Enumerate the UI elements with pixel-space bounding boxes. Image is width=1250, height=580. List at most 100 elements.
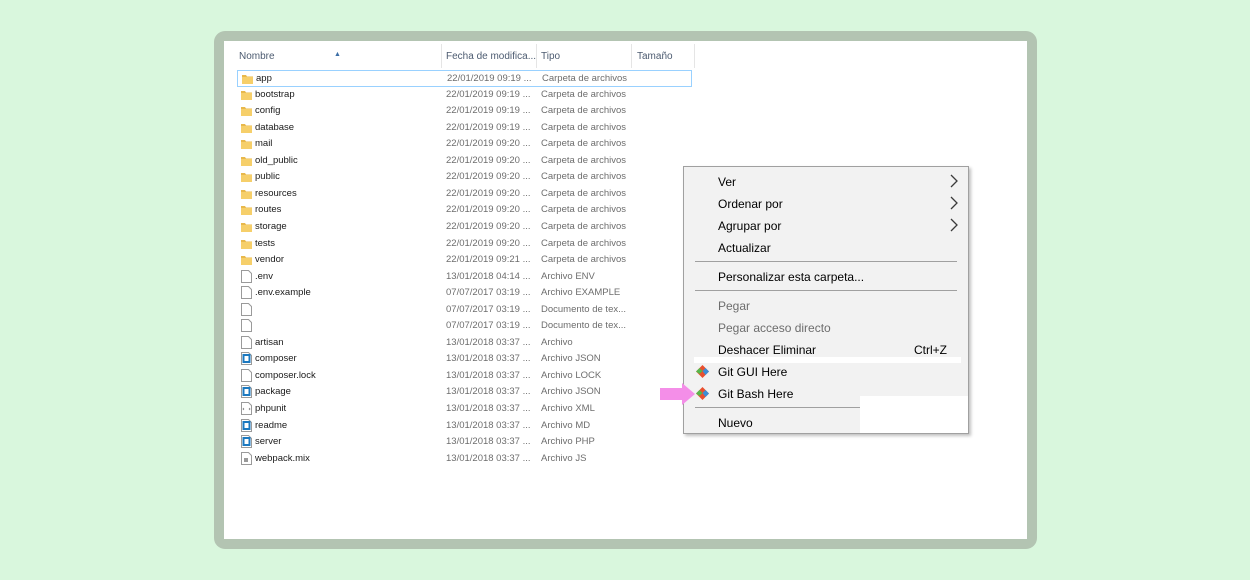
file-row[interactable]: config 22/01/2019 09:19 ... Carpeta de arc…: [224, 103, 924, 119]
column-header-name[interactable]: Nombre: [239, 51, 275, 62]
file-type: Carpeta de archivos: [541, 88, 627, 100]
xml-file-icon: [241, 402, 252, 415]
file-date: 22/01/2019 09:19 ...: [446, 121, 531, 133]
file-type: Archivo PHP: [541, 436, 595, 448]
file-row[interactable]: webpack.mix 13/01/2018 03:37 ... Archivo J…: [224, 451, 924, 467]
file-icon: [241, 368, 252, 382]
file-date: 22/01/2019 09:19 ...: [446, 105, 531, 117]
git-icon: [696, 387, 709, 400]
folder-icon: [241, 206, 252, 216]
chevron-right-icon: [950, 196, 958, 210]
file-row[interactable]: app 22/01/2019 09:19 ... Carpeta de archiv…: [237, 70, 692, 87]
code-file-icon: [241, 435, 252, 449]
file-icon: [241, 368, 252, 382]
file-name: app: [256, 73, 272, 84]
file-date: 22/01/2019 09:20 ...: [446, 220, 531, 232]
file-row[interactable]: server 13/01/2018 03:37 ... Archivo PHP: [224, 434, 924, 450]
file-date: 13/01/2018 03:37 ...: [446, 353, 531, 365]
folder-icon: [241, 187, 252, 200]
menu-item-ordenar-por[interactable]: Ordenar por: [684, 193, 968, 215]
file-icon: [241, 335, 252, 349]
menu-item-actualizar[interactable]: Actualizar: [684, 237, 968, 259]
file-name: phpunit: [255, 403, 287, 414]
folder-icon: [241, 123, 252, 133]
file-name: webpack.mix: [255, 452, 310, 464]
menu-separator: [695, 290, 957, 291]
file-row[interactable]: database 22/01/2019 09:19 ... Carpeta de a…: [224, 120, 924, 136]
file-name: config: [255, 105, 281, 117]
chevron-right-icon: [950, 218, 958, 232]
column-divider[interactable]: [631, 44, 632, 68]
file-name: storage: [255, 220, 287, 232]
file-icon: [241, 269, 252, 283]
file-date: 22/01/2019 09:20 ...: [446, 237, 531, 249]
file-type: Archivo EXAMPLE: [541, 287, 621, 299]
file-date: 22/01/2019 09:19 ...: [446, 88, 531, 100]
menu-item-agrupar-por[interactable]: Agrupar por: [684, 215, 968, 237]
git-icon: [695, 386, 710, 401]
file-type: Archivo JSON: [541, 353, 601, 365]
file-icon: [241, 286, 252, 300]
file-date: 07/07/2017 03:19 ...: [446, 303, 531, 315]
column-header-bar: Nombre ▲ Fecha de modifica... Tipo Tamañ…: [224, 41, 1027, 69]
menu-item-shortcut: Ctrl+Z: [914, 343, 947, 357]
code-file-icon: [241, 352, 252, 366]
file-row[interactable]: bootstrap 22/01/2019 09:19 ... Carpeta de …: [224, 87, 924, 103]
file-date: 13/01/2018 03:37 ...: [446, 336, 531, 348]
file-date: 22/01/2019 09:21 ...: [446, 254, 531, 266]
file-name: resources: [255, 187, 297, 199]
file-row[interactable]: mail 22/01/2019 09:20 ... Carpeta de archi…: [224, 136, 924, 152]
column-divider[interactable]: [536, 44, 537, 68]
column-divider[interactable]: [441, 44, 442, 68]
folder-icon: [241, 104, 252, 117]
column-divider[interactable]: [694, 44, 695, 68]
pointer-arrow-icon: [660, 383, 695, 405]
git-icon: [695, 364, 710, 379]
file-name: routes: [255, 204, 282, 216]
folder-icon: [241, 203, 252, 216]
folder-icon: [241, 137, 252, 150]
file-name: composer: [255, 353, 297, 365]
code-file-icon: [241, 418, 252, 432]
folder-icon: [241, 156, 252, 166]
menu-item-git-gui-here[interactable]: Git GUI Here: [684, 361, 968, 383]
file-name: readme: [255, 419, 288, 431]
column-header-date[interactable]: Fecha de modifica...: [446, 51, 536, 62]
menu-item-label: Actualizar: [718, 241, 771, 255]
file-type: Carpeta de archivos: [541, 154, 627, 166]
file-type: Archivo MD: [541, 419, 591, 431]
file-name: artisan: [255, 336, 284, 348]
code-file-icon: [241, 352, 252, 366]
file-name: package: [255, 386, 291, 398]
column-header-type[interactable]: Tipo: [541, 51, 560, 62]
file-icon: [241, 319, 252, 333]
column-header-size[interactable]: Tamaño: [637, 51, 673, 62]
folder-icon: [241, 107, 252, 117]
code-file-icon: [241, 385, 252, 399]
chevron-right-icon: [948, 217, 960, 233]
file-type: Documento de tex...: [541, 303, 627, 315]
file-name: tests: [255, 237, 276, 249]
file-icon: [241, 319, 252, 333]
file-date: 22/01/2019 09:20 ...: [446, 187, 531, 199]
file-name: public: [255, 171, 280, 183]
folder-icon: [241, 189, 252, 199]
file-date: 22/01/2019 09:20 ...: [446, 154, 531, 166]
menu-item-personalizar-esta-carpeta[interactable]: Personalizar esta carpeta...: [684, 266, 968, 288]
file-type: Archivo ENV: [541, 270, 595, 282]
xml-file-icon: [241, 402, 252, 415]
file-type: Carpeta de archivos: [542, 73, 628, 84]
file-date: 22/01/2019 09:19 ...: [447, 73, 532, 84]
file-name: composer.lock: [255, 369, 316, 381]
menu-item-ver[interactable]: Ver: [684, 171, 968, 193]
menu-occlusion: [860, 396, 968, 433]
file-date: 22/01/2019 09:20 ...: [446, 171, 531, 183]
folder-icon: [241, 90, 252, 100]
menu-item-label: Agrupar por: [718, 219, 782, 233]
menu-separator: [695, 261, 957, 262]
code-file-icon: [241, 385, 252, 399]
file-icon: [241, 302, 252, 316]
file-type: Carpeta de archivos: [541, 204, 627, 216]
menu-occlusion: [694, 357, 961, 363]
folder-icon: [242, 75, 253, 84]
